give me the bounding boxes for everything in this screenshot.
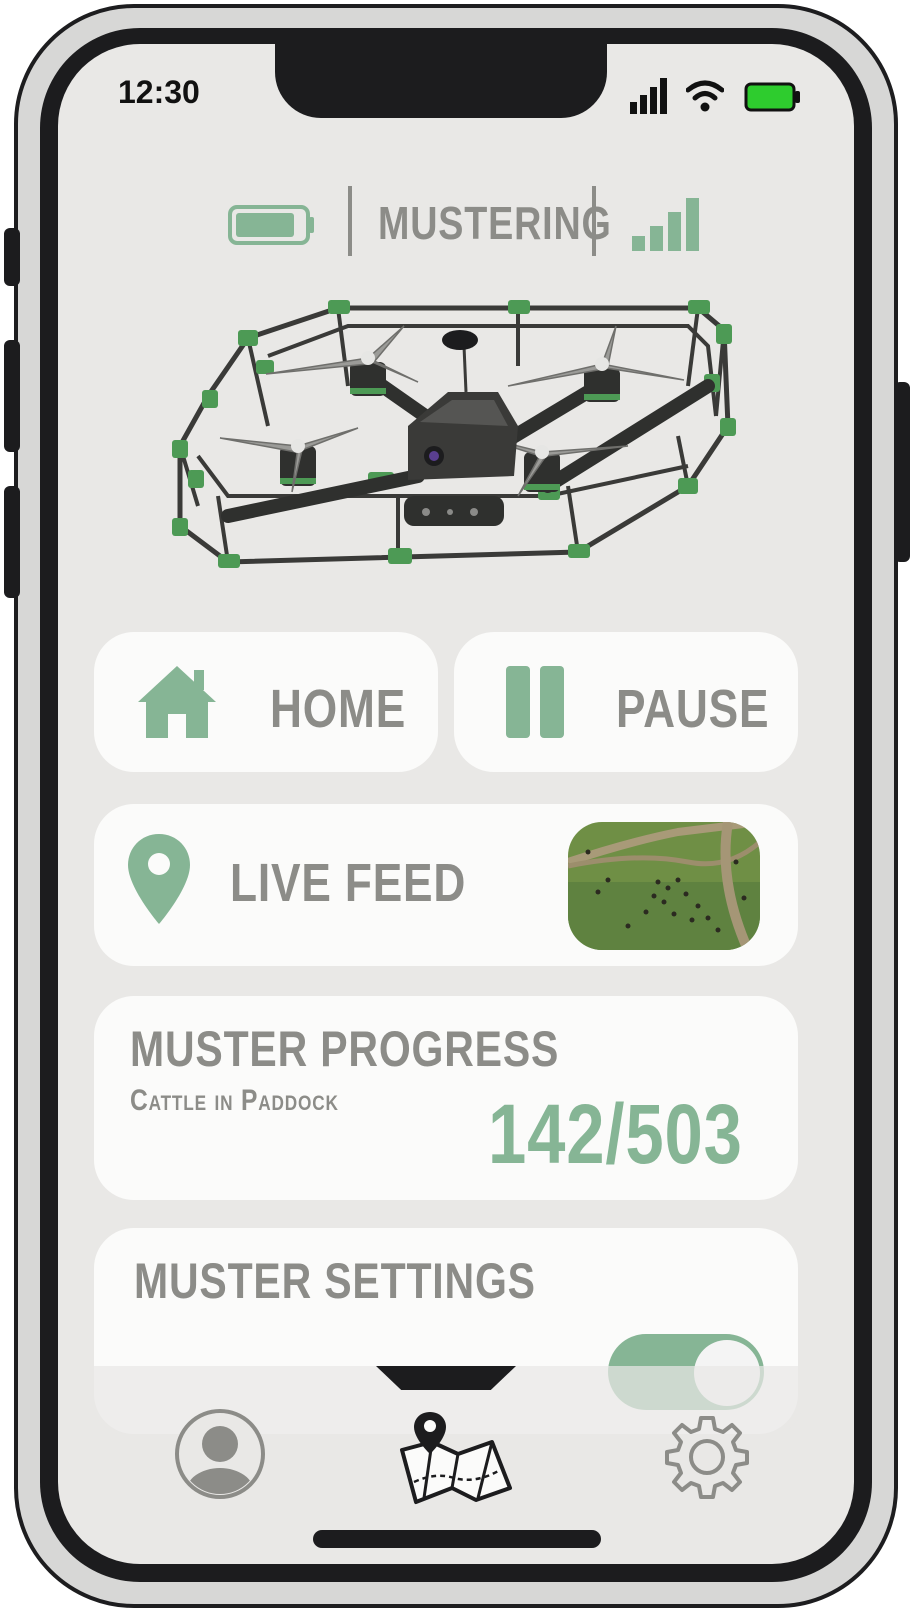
drone-battery-icon <box>228 205 314 245</box>
muster-progress-title: MUSTER PROGRESS <box>130 1021 560 1077</box>
muster-settings-title: MUSTER SETTINGS <box>134 1253 536 1309</box>
mute-switch <box>4 228 20 286</box>
header-divider <box>348 186 352 256</box>
volume-up-button <box>4 340 20 452</box>
cattle-count: 142/503 <box>488 1087 743 1181</box>
wifi-icon <box>686 80 724 112</box>
battery-icon <box>744 82 800 112</box>
home-label: HOME <box>270 679 407 739</box>
pause-label: PAUSE <box>616 679 770 739</box>
drone-image <box>172 300 736 568</box>
status-time: 12:30 <box>118 74 200 110</box>
gear-icon[interactable] <box>664 1414 750 1500</box>
map-icon[interactable] <box>396 1408 514 1510</box>
volume-down-button <box>4 486 20 598</box>
live-feed-label: LIVE FEED <box>230 853 467 913</box>
home-indicator[interactable] <box>313 1530 601 1548</box>
power-button <box>894 382 910 562</box>
notch <box>275 44 607 118</box>
header-divider <box>592 186 596 256</box>
pause-icon <box>506 666 564 738</box>
drone-signal-icon <box>632 198 699 251</box>
home-icon <box>138 666 216 738</box>
live-feed-thumbnail[interactable] <box>568 822 760 950</box>
profile-icon[interactable] <box>174 1408 266 1500</box>
flight-mode-label: MUSTERING <box>378 197 612 249</box>
muster-progress-subtitle: Cattle in Paddock <box>130 1084 339 1117</box>
location-pin-icon <box>128 834 190 924</box>
cell-signal-icon <box>630 78 667 114</box>
